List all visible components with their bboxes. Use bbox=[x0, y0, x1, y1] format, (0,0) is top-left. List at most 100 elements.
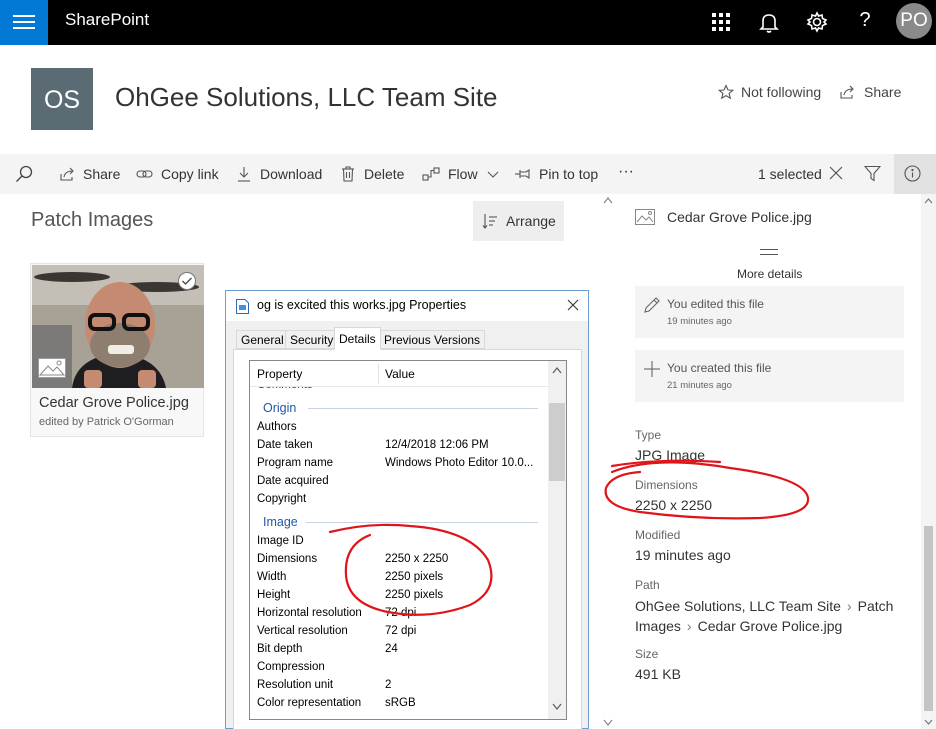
property-name[interactable]: Resolution unit bbox=[257, 679, 333, 691]
dialog-close-button[interactable] bbox=[562, 295, 580, 317]
tab-details[interactable]: Details bbox=[334, 327, 381, 350]
property-value[interactable]: 2250 pixels bbox=[385, 589, 443, 601]
value-column-header[interactable]: Value bbox=[385, 367, 415, 381]
pin-to-top-button[interactable]: Pin to top bbox=[514, 166, 598, 182]
bell-icon[interactable] bbox=[755, 8, 783, 36]
activity-item[interactable]: You edited this file 19 minutes ago bbox=[635, 286, 904, 338]
app-name[interactable]: SharePoint bbox=[65, 10, 149, 30]
properties-scrollbar[interactable] bbox=[548, 361, 566, 719]
copy-link-label: Copy link bbox=[161, 166, 219, 182]
property-name[interactable]: Program name bbox=[257, 457, 333, 469]
add-icon bbox=[644, 361, 660, 377]
property-value[interactable]: Windows Photo Editor 10.0... bbox=[385, 457, 533, 469]
delete-button[interactable]: Delete bbox=[340, 166, 404, 182]
chevron-down-icon bbox=[487, 171, 498, 178]
dialog-titlebar[interactable]: og is excited this works.jpg Properties bbox=[226, 291, 588, 321]
help-icon[interactable]: ? bbox=[851, 8, 879, 36]
property-value[interactable]: 2250 pixels bbox=[385, 571, 443, 583]
property-name[interactable]: Vertical resolution bbox=[257, 625, 348, 637]
property-value[interactable]: 72 dpi bbox=[385, 625, 416, 637]
share-label: Share bbox=[83, 166, 121, 182]
path-breadcrumb: OhGee Solutions, LLC Team Site › Patch Ima… bbox=[635, 596, 907, 636]
property-name[interactable]: Horizontal resolution bbox=[257, 607, 362, 619]
property-value[interactable]: sRGB bbox=[385, 697, 416, 709]
share-site-button[interactable]: Share bbox=[839, 84, 901, 100]
property-name[interactable]: Image ID bbox=[257, 535, 304, 547]
property-name[interactable]: Height bbox=[257, 589, 290, 601]
property-name[interactable]: Authors bbox=[257, 421, 297, 433]
download-icon bbox=[238, 167, 250, 182]
properties-list[interactable]: Comments Property Value Origin AuthorsDa… bbox=[249, 360, 567, 720]
more-actions-button[interactable]: ··· bbox=[618, 163, 634, 181]
type-label: Type bbox=[635, 428, 662, 442]
image-file-icon bbox=[236, 299, 249, 319]
tab-general[interactable]: General bbox=[236, 330, 289, 349]
share-site-label: Share bbox=[864, 84, 902, 100]
group-origin: Origin bbox=[263, 401, 297, 415]
check-icon[interactable] bbox=[178, 272, 196, 290]
size-label: Size bbox=[635, 647, 659, 661]
property-name[interactable]: Width bbox=[257, 571, 286, 583]
site-logo[interactable]: OS bbox=[31, 68, 93, 130]
trash-icon bbox=[342, 166, 354, 182]
site-title[interactable]: OhGee Solutions, LLC Team Site bbox=[115, 82, 498, 113]
path-label: Path bbox=[635, 578, 660, 592]
property-column-header[interactable]: Property bbox=[257, 367, 302, 381]
property-value[interactable]: 12/4/2018 12:06 PM bbox=[385, 439, 489, 451]
navigation-menu-button[interactable] bbox=[0, 0, 48, 45]
info-pane-button[interactable] bbox=[894, 154, 936, 194]
property-value[interactable]: 2 bbox=[385, 679, 391, 691]
path-file-link[interactable]: Cedar Grove Police.jpg bbox=[698, 618, 843, 634]
filter-icon bbox=[864, 165, 881, 182]
modified-value: 19 minutes ago bbox=[635, 547, 731, 563]
pin-to-top-label: Pin to top bbox=[539, 166, 599, 182]
property-name[interactable]: Compression bbox=[257, 661, 325, 673]
properties-list-header: Property Value bbox=[250, 361, 548, 387]
flow-button[interactable]: Flow bbox=[422, 166, 499, 182]
filter-button[interactable] bbox=[864, 165, 889, 182]
property-name[interactable]: Date acquired bbox=[257, 475, 329, 487]
property-name[interactable]: Date taken bbox=[257, 439, 313, 451]
command-bar: Share Copy link Download Delete Flow Pin… bbox=[0, 154, 936, 194]
file-tile[interactable]: Cedar Grove Police.jpg edited by Patrick… bbox=[30, 263, 204, 437]
path-site-link[interactable]: OhGee Solutions, LLC Team Site bbox=[635, 598, 841, 614]
property-name[interactable]: Bit depth bbox=[257, 643, 302, 655]
gear-icon[interactable] bbox=[803, 8, 831, 36]
share-button[interactable]: Share bbox=[59, 166, 120, 182]
copy-link-button[interactable]: Copy link bbox=[136, 166, 219, 182]
activity-time: 21 minutes ago bbox=[667, 380, 732, 391]
property-value[interactable]: 2250 x 2250 bbox=[385, 553, 448, 565]
download-button[interactable]: Download bbox=[236, 166, 322, 182]
search-button[interactable] bbox=[14, 164, 42, 184]
activity-time: 19 minutes ago bbox=[667, 316, 732, 327]
tab-previous-versions[interactable]: Previous Versions bbox=[379, 330, 486, 349]
more-details-link[interactable]: More details bbox=[737, 267, 802, 281]
chevron-right-icon: › bbox=[846, 598, 852, 614]
activity-item[interactable]: You created this file 21 minutes ago bbox=[635, 350, 904, 402]
pane-scrollbar[interactable] bbox=[921, 194, 936, 729]
drag-handle-icon[interactable] bbox=[760, 249, 778, 255]
arrange-label: Arrange bbox=[506, 213, 556, 229]
arrange-button[interactable]: Arrange bbox=[473, 201, 564, 241]
property-value[interactable]: 24 bbox=[385, 643, 398, 655]
tab-security[interactable]: Security bbox=[285, 330, 339, 349]
image-file-icon bbox=[635, 209, 655, 230]
property-value[interactable]: 72 dpi bbox=[385, 607, 416, 619]
file-tile-subtitle: edited by Patrick O'Gorman bbox=[39, 416, 174, 428]
file-tile-name[interactable]: Cedar Grove Police.jpg bbox=[39, 395, 189, 411]
follow-button[interactable]: Not following bbox=[718, 84, 821, 100]
dimensions-label: Dimensions bbox=[635, 478, 698, 492]
app-launcher-icon[interactable] bbox=[707, 8, 735, 36]
property-name[interactable]: Color representation bbox=[257, 697, 361, 709]
download-label: Download bbox=[260, 166, 323, 182]
property-name[interactable]: Dimensions bbox=[257, 553, 317, 565]
avatar[interactable]: PO bbox=[896, 3, 932, 39]
property-name[interactable]: Copyright bbox=[257, 493, 306, 505]
clear-selection-button[interactable] bbox=[828, 165, 852, 181]
library-scrollbar[interactable] bbox=[601, 194, 615, 729]
flow-label: Flow bbox=[448, 166, 478, 182]
follow-label: Not following bbox=[741, 84, 822, 100]
size-value: 491 KB bbox=[635, 666, 681, 682]
link-icon bbox=[136, 170, 153, 178]
activity-title: You edited this file bbox=[667, 297, 764, 311]
